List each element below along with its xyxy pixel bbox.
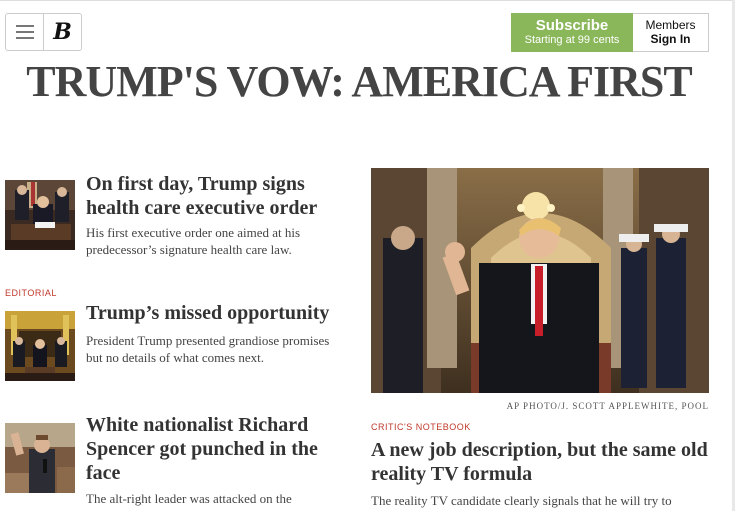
members-signin-button[interactable]: Members Sign In bbox=[633, 13, 709, 52]
hamburger-menu-icon bbox=[15, 25, 34, 39]
members-label: Members bbox=[645, 18, 696, 32]
story-thumbnail-trump-signing[interactable] bbox=[5, 180, 75, 250]
signin-label: Sign In bbox=[650, 32, 691, 46]
story-title-missed-opportunity[interactable]: Trump’s missed opportunity bbox=[86, 301, 346, 325]
feature-photo-trump-capitol[interactable] bbox=[371, 168, 709, 393]
nav-buttons: B bbox=[5, 13, 82, 51]
story-thumbnail-trump-speech[interactable] bbox=[5, 311, 75, 381]
subscribe-button[interactable]: Subscribe Starting at 99 cents bbox=[511, 13, 633, 52]
photo-credit: AP PHOTO/J. SCOTT APPLEWHITE, POOL bbox=[506, 401, 709, 411]
story-title-spencer[interactable]: White nationalist Richard Spencer got pu… bbox=[86, 413, 346, 485]
globe-logo-icon: B bbox=[53, 19, 72, 45]
feature-desc: The reality TV candidate clearly signals… bbox=[371, 493, 672, 508]
subscribe-label: Subscribe bbox=[535, 17, 609, 34]
story-title-health-care[interactable]: On first day, Trump signs health care ex… bbox=[86, 172, 346, 220]
menu-button[interactable] bbox=[6, 14, 43, 50]
top-border bbox=[0, 0, 735, 1]
main-headline[interactable]: TRUMP'S VOW: AMERICA FIRST bbox=[0, 60, 718, 104]
subscribe-price: Starting at 99 cents bbox=[524, 34, 620, 46]
kicker-editorial[interactable]: EDITORIAL bbox=[5, 288, 57, 298]
story-desc-spencer: The alt-right leader was attacked on the bbox=[86, 491, 292, 506]
feature-title[interactable]: A new job description, but the same old … bbox=[371, 438, 716, 486]
home-logo-button[interactable]: B bbox=[43, 14, 81, 50]
story-desc-missed-opportunity: President Trump presented grandiose prom… bbox=[86, 333, 330, 365]
kicker-critics-notebook[interactable]: CRITIC'S NOTEBOOK bbox=[371, 422, 471, 432]
story-thumbnail-spencer[interactable] bbox=[5, 423, 75, 493]
story-desc-health-care: His first executive order one aimed at h… bbox=[86, 225, 301, 257]
